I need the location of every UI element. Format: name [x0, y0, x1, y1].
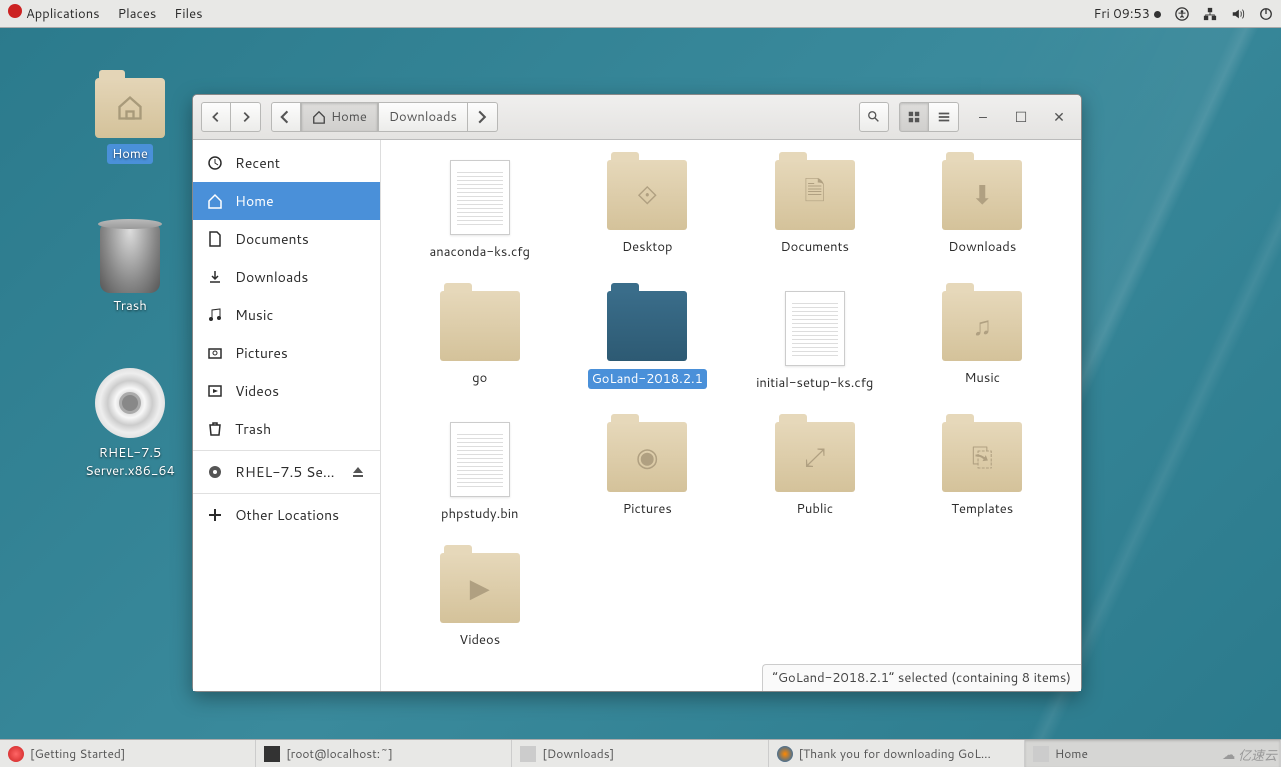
files-menu[interactable]: Files	[174, 5, 202, 23]
folder-item[interactable]: ⟐Desktop	[569, 160, 727, 261]
path-bar: Home Downloads	[271, 102, 498, 132]
desktop-icon-cd[interactable]: RHEL-7.5 Server.x86_64	[80, 368, 180, 480]
path-segment-home[interactable]: Home	[301, 102, 378, 132]
redhat-logo-icon	[8, 4, 22, 18]
path-segment-downloads[interactable]: Downloads	[378, 102, 468, 132]
back-button[interactable]	[201, 102, 231, 132]
top-menu-bar: Applications Places Files Fri 09:53	[0, 0, 1281, 28]
sidebar-item-downloads[interactable]: Downloads	[193, 258, 380, 296]
task-firefox[interactable]: [Thank you for downloading GoL...	[769, 740, 1025, 767]
file-manager-window: Home Downloads – ☐ ✕ Recent Home Documen…	[192, 94, 1082, 692]
file-item[interactable]: initial-setup-ks.cfg	[736, 291, 894, 392]
sidebar-item-pictures[interactable]: Pictures	[193, 334, 380, 372]
desktop-icon-label: RHEL-7.5 Server.x86_64	[85, 444, 175, 480]
folder-item[interactable]: ▶Videos	[401, 553, 559, 649]
folder-icon	[1033, 746, 1049, 762]
sidebar-item-rhel[interactable]: RHEL-7.5 Se...	[193, 453, 380, 491]
places-menu[interactable]: Places	[118, 5, 157, 23]
path-back-button[interactable]	[271, 102, 301, 132]
sidebar-item-other[interactable]: Other Locations	[193, 496, 380, 534]
content-area[interactable]: anaconda-ks.cfg ⟐Desktop 🗎Documents ⬇Dow…	[381, 140, 1081, 691]
folder-item[interactable]: go	[401, 291, 559, 392]
trash-icon	[100, 223, 160, 293]
folder-icon	[520, 746, 536, 762]
network-icon[interactable]	[1203, 7, 1217, 21]
power-icon[interactable]	[1259, 7, 1273, 21]
sidebar: Recent Home Documents Downloads Music Pi…	[193, 140, 381, 691]
desktop-icon-label: Trash	[113, 297, 147, 315]
folder-item[interactable]: ♫Music	[904, 291, 1062, 392]
search-button[interactable]	[859, 102, 889, 132]
desktop-icon-trash[interactable]: Trash	[80, 223, 180, 315]
desktop-icon-label: Home	[107, 144, 153, 164]
file-item[interactable]: phpstudy.bin	[401, 422, 559, 523]
desktop-icon-home[interactable]: Home	[80, 78, 180, 164]
sidebar-item-trash[interactable]: Trash	[193, 410, 380, 448]
volume-icon[interactable]	[1231, 7, 1245, 21]
window-toolbar: Home Downloads – ☐ ✕	[193, 95, 1081, 140]
firefox-icon	[777, 746, 793, 762]
sidebar-item-home[interactable]: Home	[193, 182, 380, 220]
file-item[interactable]: anaconda-ks.cfg	[401, 160, 559, 261]
task-downloads[interactable]: [Downloads]	[512, 740, 768, 767]
sidebar-item-recent[interactable]: Recent	[193, 144, 380, 182]
terminal-icon	[264, 746, 280, 762]
applications-menu[interactable]: Applications	[8, 4, 100, 23]
task-getting-started[interactable]: [Getting Started]	[0, 740, 256, 767]
forward-button[interactable]	[231, 102, 261, 132]
task-terminal[interactable]: [root@localhost:~]	[256, 740, 512, 767]
folder-item-selected[interactable]: GoLand-2018.2.1	[569, 291, 727, 392]
close-button[interactable]: ✕	[1048, 106, 1070, 128]
clock[interactable]: Fri 09:53	[1093, 5, 1161, 23]
sidebar-item-music[interactable]: Music	[193, 296, 380, 334]
task-home[interactable]: Home	[1025, 740, 1281, 767]
status-bar: “GoLand-2018.2.1” selected (containing 8…	[762, 664, 1081, 691]
list-view-button[interactable]	[929, 102, 959, 132]
icon-view-button[interactable]	[899, 102, 929, 132]
sidebar-item-videos[interactable]: Videos	[193, 372, 380, 410]
cd-icon	[95, 368, 165, 438]
folder-item[interactable]: ⤢Public	[736, 422, 894, 523]
maximize-button[interactable]: ☐	[1010, 106, 1032, 128]
eject-icon[interactable]	[350, 464, 366, 480]
folder-item[interactable]: ◉Pictures	[569, 422, 727, 523]
app-icon	[8, 746, 24, 762]
folder-item[interactable]: ⎘Templates	[904, 422, 1062, 523]
taskbar: [Getting Started] [root@localhost:~] [Do…	[0, 739, 1281, 767]
path-forward-button[interactable]	[468, 102, 498, 132]
folder-item[interactable]: 🗎Documents	[736, 160, 894, 261]
minimize-button[interactable]: –	[972, 106, 994, 128]
home-icon	[312, 110, 326, 124]
accessibility-icon[interactable]	[1175, 7, 1189, 21]
folder-item[interactable]: ⬇Downloads	[904, 160, 1062, 261]
desktop[interactable]: Home Trash RHEL-7.5 Server.x86_64 Home D…	[0, 28, 1281, 739]
sidebar-item-documents[interactable]: Documents	[193, 220, 380, 258]
